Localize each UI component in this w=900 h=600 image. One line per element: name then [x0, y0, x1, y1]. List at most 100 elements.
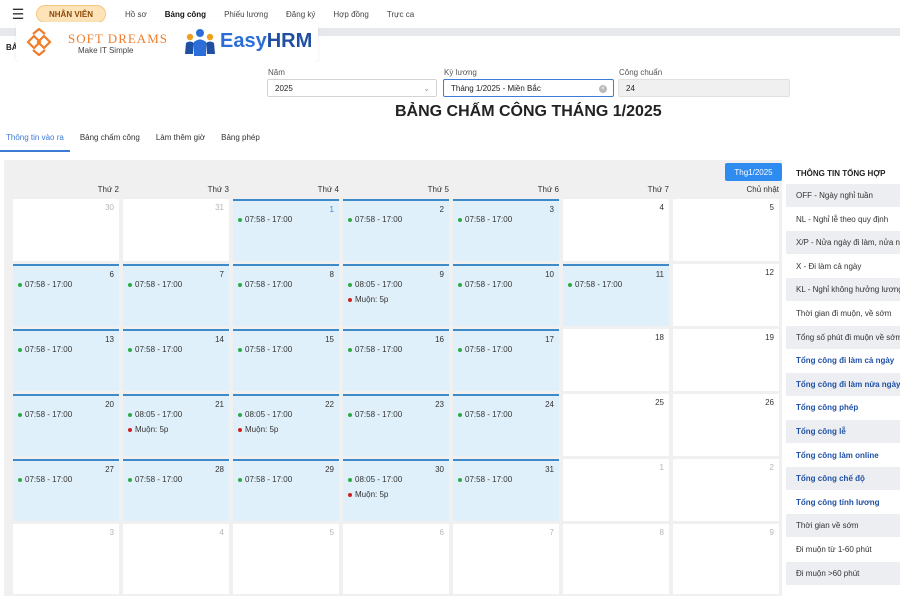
clear-icon[interactable]: ×	[599, 85, 607, 93]
check-in-entry: 08:05 - 17:00	[128, 410, 182, 419]
calendar-day-cell[interactable]: 3 07:58 - 17:00	[453, 199, 559, 261]
easyhrm-logo-text: EasyHRM	[220, 30, 313, 52]
day-number: 26	[765, 398, 774, 407]
summary-row[interactable]: Tổng công chế độ	[786, 467, 900, 491]
late-entry: Muộn: 5p	[238, 425, 278, 434]
pay-period-label: Kỳ lương	[444, 68, 477, 77]
summary-row[interactable]: Tổng công đi làm cả ngày	[786, 349, 900, 372]
month-picker-button[interactable]: Thg1/2025	[725, 163, 782, 181]
late-entry: Muộn: 5p	[128, 425, 168, 434]
summary-row[interactable]: Tổng công tính lương	[786, 491, 900, 514]
day-number: 10	[545, 270, 554, 279]
calendar-day-cell[interactable]: 2	[673, 459, 779, 521]
check-in-entry: 07:58 - 17:00	[128, 280, 182, 289]
day-number: 12	[765, 268, 774, 277]
summary-row[interactable]: Tổng công phép	[786, 396, 900, 419]
check-in-entry: 07:58 - 17:00	[348, 215, 402, 224]
calendar-day-cell[interactable]: 7	[453, 524, 559, 594]
tab[interactable]: Làm thêm giờ	[150, 133, 211, 152]
nav-item[interactable]: Hồ sơ	[125, 10, 147, 19]
calendar-day-cell[interactable]: 7 07:58 - 17:00	[123, 264, 229, 326]
late-status-dot-icon	[348, 297, 352, 302]
day-number: 9	[769, 528, 774, 537]
calendar-day-cell[interactable]: 6 07:58 - 17:00	[13, 264, 119, 326]
day-number: 29	[325, 465, 334, 474]
tab[interactable]: Bảng phép	[215, 133, 266, 152]
calendar-day-cell[interactable]: 17 07:58 - 17:00	[453, 329, 559, 391]
day-number: 15	[325, 335, 334, 344]
calendar-day-cell[interactable]: 18	[563, 329, 669, 391]
ok-status-dot-icon	[128, 347, 132, 352]
calendar-day-cell[interactable]: 9	[673, 524, 779, 594]
calendar-day-cell[interactable]: 13 07:58 - 17:00	[13, 329, 119, 391]
calendar-day-cell[interactable]: 5	[673, 199, 779, 261]
ok-status-dot-icon	[458, 477, 462, 482]
calendar-day-cell[interactable]: 22 08:05 - 17:00 Muộn: 5p	[233, 394, 339, 456]
calendar-day-cell[interactable]: 20 07:58 - 17:00	[13, 394, 119, 456]
calendar-day-cell[interactable]: 25	[563, 394, 669, 456]
page-title: BẢNG CHẤM CÔNG THÁNG 1/2025	[395, 103, 662, 120]
calendar-day-cell[interactable]: 23 07:58 - 17:00	[343, 394, 449, 456]
pay-period-select[interactable]: Tháng 1/2025 - Miền Bắc ×	[443, 79, 614, 97]
check-in-entry: 07:58 - 17:00	[568, 280, 622, 289]
calendar-day-cell[interactable]: 30 08:05 - 17:00 Muộn: 5p	[343, 459, 449, 521]
weekday-header: Thứ 7	[647, 185, 669, 194]
nav-item[interactable]: Đăng ký	[286, 10, 315, 19]
day-number: 1	[659, 463, 664, 472]
calendar-day-cell[interactable]: 31 07:58 - 17:00	[453, 459, 559, 521]
year-select[interactable]: 2025 ⌄	[267, 79, 437, 97]
calendar-day-cell[interactable]: 5	[233, 524, 339, 594]
tab[interactable]: Thông tin vào ra	[0, 133, 70, 152]
day-number: 1	[329, 205, 334, 214]
calendar-day-cell[interactable]: 8 07:58 - 17:00	[233, 264, 339, 326]
calendar-day-cell[interactable]: 14 07:58 - 17:00	[123, 329, 229, 391]
standard-days-label: Công chuẩn	[619, 68, 663, 77]
calendar-day-cell[interactable]: 1 07:58 - 17:00	[233, 199, 339, 261]
nav-item[interactable]: Hợp đồng	[333, 10, 369, 19]
calendar-day-cell[interactable]: 9 08:05 - 17:00 Muộn: 5p	[343, 264, 449, 326]
summary-row[interactable]: Tổng công làm online	[786, 444, 900, 467]
role-badge[interactable]: NHÂN VIÊN	[36, 5, 107, 23]
nav-item[interactable]: Phiếu lương	[224, 10, 268, 19]
calendar-day-cell[interactable]: 6	[343, 524, 449, 594]
day-number: 19	[765, 333, 774, 342]
calendar-day-cell[interactable]: 26	[673, 394, 779, 456]
nav-item[interactable]: Trực ca	[387, 10, 414, 19]
calendar-day-cell[interactable]: 15 07:58 - 17:00	[233, 329, 339, 391]
calendar-day-cell[interactable]: 3	[13, 524, 119, 594]
calendar-day-cell[interactable]: 4	[123, 524, 229, 594]
day-number: 9	[439, 270, 444, 279]
ok-status-dot-icon	[238, 217, 242, 222]
day-number: 3	[109, 528, 114, 537]
calendar-day-cell[interactable]: 8	[563, 524, 669, 594]
calendar-day-cell[interactable]: 11 07:58 - 17:00	[563, 264, 669, 326]
calendar-day-cell[interactable]: 30	[13, 199, 119, 261]
calendar-day-cell[interactable]: 19	[673, 329, 779, 391]
calendar-day-cell[interactable]: 31	[123, 199, 229, 261]
calendar-day-cell[interactable]: 12	[673, 264, 779, 326]
calendar-day-cell[interactable]: 29 07:58 - 17:00	[233, 459, 339, 521]
calendar-day-cell[interactable]: 4	[563, 199, 669, 261]
tab[interactable]: Bảng chấm công	[74, 133, 146, 152]
ok-status-dot-icon	[18, 412, 22, 417]
summary-row[interactable]: Tổng công lễ	[786, 420, 900, 443]
ok-status-dot-icon	[458, 217, 462, 222]
day-number: 8	[659, 528, 664, 537]
calendar-day-cell[interactable]: 2 07:58 - 17:00	[343, 199, 449, 261]
day-number: 4	[659, 203, 664, 212]
calendar-day-cell[interactable]: 27 07:58 - 17:00	[13, 459, 119, 521]
calendar-day-cell[interactable]: 28 07:58 - 17:00	[123, 459, 229, 521]
calendar-day-cell[interactable]: 24 07:58 - 17:00	[453, 394, 559, 456]
check-in-entry: 07:58 - 17:00	[238, 345, 292, 354]
summary-row[interactable]: Tổng công đi làm nửa ngày	[786, 372, 900, 396]
calendar-day-cell[interactable]: 1	[563, 459, 669, 521]
calendar-day-cell[interactable]: 21 08:05 - 17:00 Muộn: 5p	[123, 394, 229, 456]
ok-status-dot-icon	[18, 347, 22, 352]
check-in-entry: 07:58 - 17:00	[348, 345, 402, 354]
check-in-entry: 07:58 - 17:00	[18, 345, 72, 354]
calendar-day-cell[interactable]: 16 07:58 - 17:00	[343, 329, 449, 391]
day-number: 30	[435, 465, 444, 474]
ok-status-dot-icon	[18, 282, 22, 287]
calendar-day-cell[interactable]: 10 07:58 - 17:00	[453, 264, 559, 326]
nav-item[interactable]: Bảng công	[165, 10, 206, 19]
